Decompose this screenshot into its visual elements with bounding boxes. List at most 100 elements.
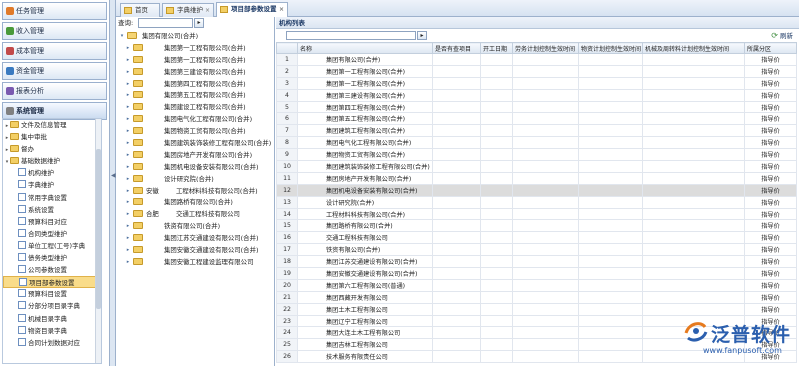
- org-search-input[interactable]: [286, 31, 416, 40]
- expand-icon[interactable]: ▸: [124, 244, 132, 256]
- menu-tree-item[interactable]: 物资目录字典: [3, 325, 101, 337]
- expand-icon[interactable]: ▸: [124, 113, 132, 125]
- org-tree-node[interactable]: ▸ 铁资有限公司(合并): [116, 220, 275, 232]
- org-tree-node[interactable]: ▸ 设计研究院(合并): [116, 173, 275, 185]
- expand-icon[interactable]: ▸: [124, 89, 132, 101]
- org-tree-node[interactable]: ▸ 集团第五工程有限公司(合并): [116, 89, 275, 101]
- table-row[interactable]: 9 集团物资工贸有限公司(合并) 指导价: [276, 148, 797, 162]
- accordion-task-management[interactable]: 任务管理: [2, 2, 107, 20]
- accordion-income-management[interactable]: 收入管理: [2, 22, 107, 40]
- table-row[interactable]: 7 集团建筑工程有限公司(合并) 指导价: [276, 124, 797, 138]
- scrollbar-thumb[interactable]: [96, 149, 101, 309]
- table-row[interactable]: 13 设计研究院(合并) 指导价: [276, 195, 797, 209]
- org-tree-node[interactable]: ▸ 集团第四工程有限公司(合并): [116, 78, 275, 90]
- column-header[interactable]: 所属分区: [744, 42, 797, 54]
- table-row[interactable]: 2 集团第一工程有限公司(合并) 指导价: [276, 64, 797, 78]
- menu-tree-item[interactable]: ▸ 督办: [3, 143, 101, 155]
- expand-icon[interactable]: ▸: [124, 173, 132, 185]
- menu-tree-item[interactable]: 债务类型维护: [3, 252, 101, 264]
- table-row[interactable]: 22 集团土木工程有限公司 指导价: [276, 302, 797, 316]
- org-tree-node[interactable]: ▸ 集团物资工贸有限公司(合并): [116, 125, 275, 137]
- org-tree-node[interactable]: ▸ 集团路桥有限公司(合并): [116, 196, 275, 208]
- org-tree-node[interactable]: ▸ 集团江苏交通建设有限公司(合并): [116, 232, 275, 244]
- menu-scrollbar[interactable]: [95, 119, 101, 363]
- column-header[interactable]: 物资计划控制生效时间: [578, 42, 643, 54]
- menu-tree-item[interactable]: 合同类型维护: [3, 228, 101, 240]
- table-row[interactable]: 14 工程材料科技有限公司(合并) 指导价: [276, 207, 797, 221]
- collapse-arrow-icon[interactable]: ◀: [111, 172, 116, 179]
- column-header[interactable]: 名称: [297, 42, 433, 54]
- org-tree-node[interactable]: ▸ 集团建筑装饰装修工程有限公司(合并): [116, 137, 275, 149]
- menu-tree-item[interactable]: ▾ 基础数据维护: [3, 155, 101, 167]
- expand-icon[interactable]: ▸: [124, 78, 132, 90]
- menu-tree-item[interactable]: 预算科目设置: [3, 288, 101, 300]
- column-header[interactable]: 开工日期: [480, 42, 513, 54]
- table-row[interactable]: 21 集团西藏开发有限公司 指导价: [276, 290, 797, 304]
- expand-icon[interactable]: ▸: [124, 66, 132, 78]
- expand-icon[interactable]: ▸: [124, 137, 132, 149]
- expand-icon[interactable]: ▸: [124, 232, 132, 244]
- expand-icon[interactable]: ▸: [124, 196, 132, 208]
- accordion-cost-management[interactable]: 成本管理: [2, 42, 107, 60]
- org-tree-node[interactable]: ▸ 集团安徽工程建设监理有限公司: [116, 256, 275, 268]
- expand-icon[interactable]: ▸: [124, 125, 132, 137]
- column-header[interactable]: 劳务计划控制生效时间: [512, 42, 579, 54]
- org-tree-node[interactable]: ▸ 集团安徽交通建设有限公司(合并): [116, 244, 275, 256]
- menu-tree-item[interactable]: 分部分项目录字典: [3, 300, 101, 312]
- expand-icon[interactable]: ▸: [124, 149, 132, 161]
- table-row[interactable]: 3 集团第一工程有限公司(合并) 指导价: [276, 76, 797, 90]
- close-icon[interactable]: ×: [205, 4, 210, 17]
- tab-home[interactable]: 首页: [120, 3, 160, 17]
- org-tree-node[interactable]: ▸ 集团机电设备安装有限公司(合并): [116, 161, 275, 173]
- table-row[interactable]: 16 交通工程科技有限公司 指导价: [276, 231, 797, 245]
- org-tree-node[interactable]: ▸ 集团第一工程有限公司(合并): [116, 54, 275, 66]
- table-row[interactable]: 1 集团有限公司(合并) 指导价: [276, 53, 797, 66]
- menu-tree-item[interactable]: 系统设置: [3, 204, 101, 216]
- expand-icon[interactable]: ▸: [124, 208, 132, 220]
- column-header[interactable]: [276, 42, 298, 54]
- menu-tree-item[interactable]: 项目部参数设置: [3, 276, 101, 289]
- expand-icon[interactable]: ▸: [124, 54, 132, 66]
- org-search-button[interactable]: ▸: [417, 31, 427, 40]
- expand-icon[interactable]: ▸: [124, 220, 132, 232]
- tree-search-button[interactable]: ▸: [194, 18, 204, 28]
- accordion-fund-management[interactable]: 资金管理: [2, 62, 107, 80]
- table-row[interactable]: 11 集团房地产开发有限公司(合并) 指导价: [276, 171, 797, 185]
- menu-tree-item[interactable]: 字典维护: [3, 179, 101, 191]
- org-tree-node[interactable]: ▸ 集团第三建设有限公司(合并): [116, 66, 275, 78]
- expand-icon[interactable]: ▸: [124, 161, 132, 173]
- menu-tree-item[interactable]: ▸ 文件及信息管理: [3, 119, 101, 131]
- expand-icon[interactable]: ▸: [124, 256, 132, 268]
- table-row[interactable]: 18 集团江苏交通建设有限公司(合并) 指导价: [276, 255, 797, 269]
- expand-icon[interactable]: ▸: [124, 42, 132, 54]
- org-tree-node[interactable]: ▸ 合肥 交通工程科技有限公司: [116, 208, 275, 220]
- refresh-button[interactable]: ⟳ 刷新: [771, 29, 793, 43]
- table-row[interactable]: 17 铁资有限公司(合并) 指导价: [276, 243, 797, 257]
- org-tree-node[interactable]: ▸ 安徽 工程材料科技有限公司(合并): [116, 185, 275, 197]
- menu-tree-item[interactable]: 公司参数设置: [3, 264, 101, 276]
- table-row[interactable]: 20 集团第六工程有限公司(普通) 指导价: [276, 278, 797, 292]
- menu-tree-item[interactable]: 单位工程(工号)字典: [3, 240, 101, 252]
- table-row[interactable]: 10 集团建筑装饰装修工程有限公司(合并) 指导价: [276, 160, 797, 173]
- menu-tree-item[interactable]: ▸ 集中审批: [3, 131, 101, 143]
- menu-tree-item[interactable]: 常用字典设置: [3, 192, 101, 204]
- menu-tree-item[interactable]: 合同计划数据对应: [3, 337, 101, 349]
- close-icon[interactable]: ×: [279, 3, 284, 16]
- table-row[interactable]: 12 集团机电设备安装有限公司(合并) 指导价: [276, 183, 797, 197]
- org-tree-node[interactable]: ▸ 集团第一工程有限公司(合并): [116, 42, 275, 54]
- table-row[interactable]: 4 集团第三建设有限公司(合并) 指导价: [276, 88, 797, 102]
- org-tree-node[interactable]: ▸ 集团建设工程有限公司(合并): [116, 101, 275, 113]
- tab-project-params[interactable]: 项目部参数设置 ×: [216, 2, 288, 18]
- collapse-icon[interactable]: ▾: [118, 30, 126, 42]
- expand-icon[interactable]: ▸: [124, 185, 132, 197]
- tab-dictionary[interactable]: 字典维护 ×: [162, 3, 214, 17]
- table-row[interactable]: 8 集团电气化工程有限公司(合并) 指导价: [276, 136, 797, 150]
- column-header[interactable]: 机械及周转料计划控制生效时间: [642, 42, 745, 54]
- expand-icon[interactable]: ▸: [124, 101, 132, 113]
- table-row[interactable]: 19 集团安徽交通建设有限公司(合并) 指导价: [276, 267, 797, 280]
- table-row[interactable]: 5 集团第四工程有限公司(合并) 指导价: [276, 100, 797, 114]
- table-row[interactable]: 6 集团第五工程有限公司(合并) 指导价: [276, 112, 797, 126]
- column-header[interactable]: 是否有查项目: [432, 42, 481, 54]
- org-tree-node[interactable]: ▸ 集团电气化工程有限公司(合并): [116, 113, 275, 125]
- tree-search-input[interactable]: [138, 18, 193, 28]
